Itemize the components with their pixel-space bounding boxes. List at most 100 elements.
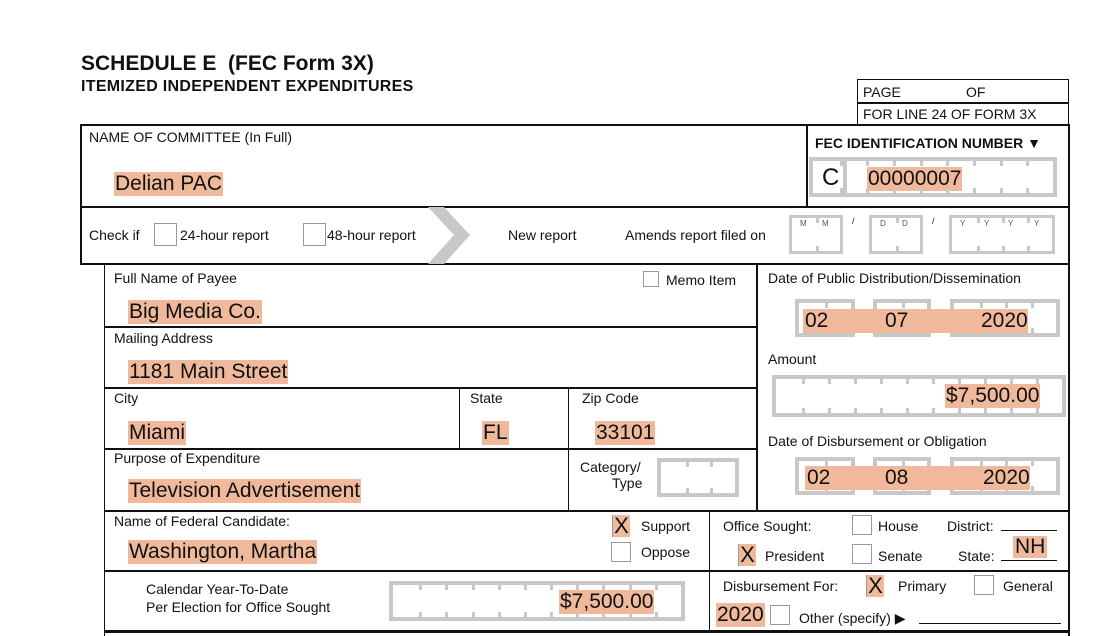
senate-checkbox[interactable] — [852, 544, 872, 564]
label-24-hour: 24-hour report — [180, 227, 269, 243]
president-label: President — [765, 548, 825, 564]
field-segment-tick — [802, 408, 805, 413]
amend-day-field[interactable]: D D — [869, 215, 923, 254]
payee-name-value[interactable]: Big Media Co. — [128, 300, 262, 324]
field-segment-tick — [854, 379, 857, 384]
field-segment-tick — [906, 408, 909, 413]
field-segment-tick — [685, 488, 689, 493]
field-segment-tick — [958, 408, 961, 413]
field-segment-tick — [419, 612, 423, 617]
payee-name-label: Full Name of Payee — [114, 270, 237, 286]
purpose-label: Purpose of Expenditure — [114, 450, 261, 466]
field-segment-tick — [1030, 328, 1034, 333]
field-segment-tick — [919, 161, 923, 166]
amend-year-field[interactable]: Y Y Y Y — [949, 215, 1055, 254]
category-label-2: Type — [612, 475, 643, 491]
president-checkbox[interactable]: X — [738, 544, 756, 566]
other-label: Other (specify) ▶ — [799, 610, 906, 626]
field-segment-tick — [973, 188, 976, 193]
field-segment-tick — [1010, 408, 1013, 413]
field-segment-tick — [999, 161, 1003, 166]
line-reference: FOR LINE 24 OF FORM 3X — [863, 106, 1037, 122]
check-if-label: Check if — [89, 227, 140, 243]
checkbox-48-hour[interactable] — [303, 223, 326, 246]
category-type-field[interactable] — [657, 458, 739, 497]
field-segment-tick — [1030, 303, 1034, 308]
category-label-1: Category/ — [580, 459, 641, 475]
dissemination-date-label: Date of Public Distribution/Disseminatio… — [768, 270, 1021, 286]
fec-id-prefix: C — [822, 164, 840, 191]
field-segment-tick — [979, 303, 983, 308]
ytd-amount-value[interactable]: $7,500.00 — [559, 590, 655, 614]
field-segment-tick — [816, 246, 819, 251]
state-value[interactable]: FL — [482, 421, 509, 445]
office-sought-label: Office Sought: — [723, 518, 812, 534]
primary-label: Primary — [898, 578, 947, 594]
page-box: PAGE OF FOR LINE 24 OF FORM 3X — [857, 79, 1069, 126]
zip-code-value[interactable]: 33101 — [595, 421, 656, 445]
field-segment-tick — [866, 188, 870, 193]
mailing-address-label: Mailing Address — [114, 330, 213, 346]
committee-name-value[interactable]: Delian PAC — [114, 172, 223, 196]
field-segment-tick — [880, 408, 883, 413]
election-year-value[interactable]: 2020 — [716, 603, 765, 627]
amend-month-field[interactable]: M M — [789, 215, 843, 254]
general-label: General — [1003, 578, 1053, 594]
field-segment-tick — [710, 462, 714, 467]
dissemination-date-value[interactable]: 02 07 2020 — [803, 309, 1028, 333]
amends-label: Amends report filed on — [625, 227, 766, 243]
field-segment-tick — [977, 246, 980, 251]
field-segment-tick — [854, 408, 857, 413]
house-checkbox[interactable] — [852, 515, 872, 535]
field-segment-tick — [839, 161, 843, 166]
field-segment-tick — [816, 218, 819, 223]
general-checkbox[interactable] — [974, 575, 994, 595]
disbursement-date-value[interactable]: 02 08 2020 — [805, 466, 1030, 490]
field-segment-tick — [1002, 218, 1005, 223]
memo-item-checkbox[interactable] — [643, 271, 659, 287]
field-segment-tick — [906, 379, 909, 384]
field-segment-tick — [445, 612, 449, 617]
office-state-value[interactable]: NH — [1013, 536, 1048, 558]
field-segment-tick — [896, 218, 899, 223]
support-checkbox[interactable]: X — [612, 515, 630, 537]
checkbox-24-hour[interactable] — [154, 223, 177, 246]
district-label: District: — [947, 518, 994, 534]
purpose-value[interactable]: Television Advertisement — [128, 479, 362, 503]
support-label: Support — [641, 518, 691, 534]
field-segment-tick — [710, 488, 714, 493]
ytd-label-1: Calendar Year-To-Date — [146, 581, 289, 597]
form-title: SCHEDULE E (FEC Form 3X) — [81, 52, 374, 75]
ytd-label-2: Per Election for Office Sought — [146, 599, 331, 615]
district-field[interactable] — [1001, 530, 1057, 531]
other-specify-field[interactable] — [919, 623, 1061, 624]
field-segment-tick — [880, 379, 883, 384]
field-segment-tick — [802, 379, 805, 384]
city-value[interactable]: Miami — [128, 421, 186, 445]
page-label: PAGE — [863, 84, 901, 100]
field-segment-tick — [999, 188, 1003, 193]
field-segment-tick — [1026, 161, 1030, 166]
zip-code-label: Zip Code — [582, 390, 639, 406]
candidate-name-value[interactable]: Washington, Martha — [128, 540, 318, 564]
fec-id-field[interactable]: C 00000007 — [809, 157, 1057, 197]
field-segment-tick — [932, 379, 935, 384]
form-subtitle: ITEMIZED INDEPENDENT EXPENDITURES — [81, 78, 414, 95]
field-segment-tick — [825, 303, 828, 308]
field-segment-tick — [1002, 246, 1005, 251]
field-segment-tick — [946, 188, 950, 193]
disbursement-date-label: Date of Disbursement or Obligation — [768, 433, 987, 449]
memo-item-label: Memo Item — [666, 272, 737, 288]
committee-name-label: NAME OF COMMITTEE (In Full) — [89, 129, 292, 145]
field-segment-tick — [919, 188, 923, 193]
oppose-checkbox[interactable] — [611, 542, 631, 562]
amount-value[interactable]: $7,500.00 — [945, 384, 1041, 408]
candidate-name-label: Name of Federal Candidate: — [114, 513, 290, 529]
field-segment-tick — [1030, 486, 1034, 491]
mailing-address-value[interactable]: 1181 Main Street — [128, 360, 289, 384]
senate-label: Senate — [878, 548, 923, 564]
primary-checkbox[interactable]: X — [866, 575, 884, 597]
new-report-label[interactable]: New report — [508, 227, 576, 243]
other-checkbox[interactable] — [770, 605, 790, 625]
field-segment-tick — [973, 161, 976, 166]
